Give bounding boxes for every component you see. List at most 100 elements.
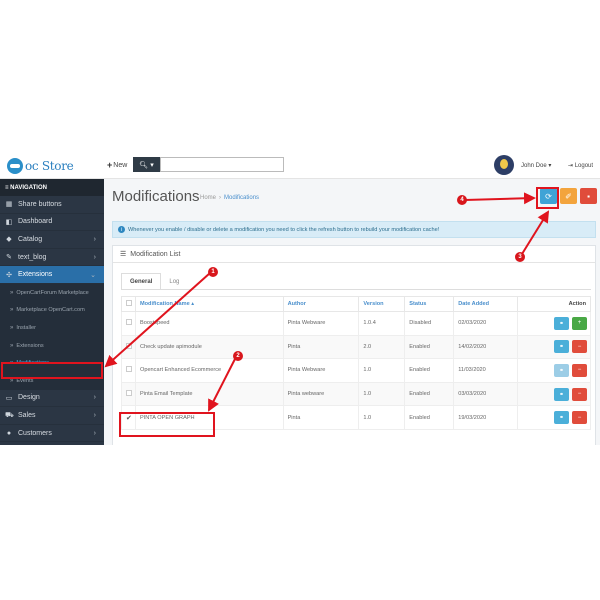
row-select-cell <box>121 311 136 336</box>
col-version[interactable]: Version <box>358 296 406 312</box>
sidebar-item-customers[interactable]: ● Customers › <box>0 425 104 443</box>
cell-version: 1.0 <box>358 358 406 383</box>
sidebar-item-label: Design <box>18 394 40 402</box>
breadcrumb-home[interactable]: Home <box>200 195 216 201</box>
disable-button[interactable]: − <box>572 340 587 354</box>
sidebar-item-label: Dashboard <box>18 218 53 226</box>
annotation-marker-3: 3 <box>515 252 525 262</box>
cell-actions: ⚭ − <box>517 381 591 407</box>
link-button[interactable]: ⚭ <box>554 316 569 330</box>
top-header: oc Store + New 🔍︎ ▾ John Doe ▾ ⇥ Logout <box>0 152 600 179</box>
row-actions: ⚭ + <box>522 316 590 330</box>
table-row: Check update apimodule Pinta 2.0 Enabled… <box>121 334 591 360</box>
logo[interactable]: oc Store <box>7 158 74 174</box>
annotation-marker-2: 2 <box>233 351 243 361</box>
row-checkbox[interactable] <box>126 366 132 373</box>
col-name[interactable]: Modification Name ▴ <box>134 296 284 312</box>
col-date[interactable]: Date Added <box>453 296 519 312</box>
table-row: Pinta Email Template Pinta webware 1.0 E… <box>121 381 591 407</box>
sidebar-item-text-blog[interactable]: ✎ text_blog › <box>0 249 104 267</box>
sidebar-item-dashboard[interactable]: ◧ Dashboard <box>0 214 104 232</box>
row-checkbox[interactable] <box>126 390 132 397</box>
highlight-modifications <box>1 362 103 379</box>
sidebar-item-extensions[interactable]: ✣ Extensions ⌄ <box>0 266 104 284</box>
highlight-row-name <box>119 412 215 437</box>
new-button[interactable]: + New <box>107 160 127 170</box>
highlight-refresh-button <box>536 187 559 209</box>
cell-name: Opencart Enhanced Ecommerce <box>134 358 284 383</box>
select-all-checkbox[interactable] <box>126 300 132 306</box>
disable-button[interactable]: − <box>572 387 587 401</box>
cart-logo-icon <box>7 158 23 174</box>
modification-table: Modification Name ▴ Author Version Statu… <box>121 296 591 430</box>
tab-log[interactable]: Log <box>161 273 187 290</box>
link-button[interactable]: ⚭ <box>554 340 569 354</box>
sidebar-subitem-installer[interactable]: » Installer <box>0 319 104 337</box>
enable-button[interactable]: + <box>572 316 587 330</box>
search-input[interactable] <box>160 157 284 172</box>
clear-button[interactable]: ✐ <box>560 188 577 204</box>
bullet-icon: » <box>10 342 14 349</box>
sidebar-subitem-label: Installer <box>16 324 36 331</box>
cart-icon: ⛟ <box>5 411 14 419</box>
tabs-divider <box>121 289 591 290</box>
breadcrumb-current[interactable]: Modifications <box>224 195 259 201</box>
row-checkbox[interactable] <box>126 319 132 326</box>
search-type-button[interactable]: 🔍︎ ▾ <box>133 157 160 172</box>
link-button[interactable]: ⚭ <box>554 363 569 377</box>
cell-name: Check update apimodule <box>134 334 284 360</box>
cell-author: Pinta Webware <box>282 311 360 336</box>
cell-status: Disabled <box>404 311 455 336</box>
cell-version: 1.0.4 <box>358 311 406 336</box>
cell-version: 1.0 <box>358 405 406 430</box>
nav-heading-label: NAVIGATION <box>10 184 47 191</box>
sidebar-item-share-buttons[interactable]: ▦ Share buttons <box>0 196 104 214</box>
row-select-cell <box>121 334 136 360</box>
sidebar-item-design[interactable]: ▭ Design › <box>0 390 104 408</box>
cell-date: 19/03/2020 <box>453 405 519 430</box>
cell-date: 03/03/2020 <box>453 381 519 407</box>
cell-status: Enabled <box>404 381 455 407</box>
row-checkbox[interactable] <box>126 342 132 349</box>
disable-button[interactable]: − <box>572 411 587 425</box>
user-menu[interactable]: John Doe ▾ <box>521 162 551 169</box>
link-icon: ⚭ <box>558 415 565 422</box>
sidebar: ≡ NAVIGATION ▦ Share buttons ◧ Dashboard… <box>0 179 104 445</box>
chevron-right-icon: › <box>93 235 96 243</box>
info-alert: i Whenever you enable / disable or delet… <box>112 221 596 238</box>
row-actions: ⚭ − <box>522 387 590 401</box>
sidebar-item-sales[interactable]: ⛟ Sales › <box>0 407 104 425</box>
tab-general[interactable]: General <box>121 273 162 290</box>
sidebar-subitem-opencartforum[interactable]: » OpenCartForum Marketplace <box>0 283 104 302</box>
sidebar-subitem-extensions[interactable]: » Extensions <box>0 336 104 355</box>
link-button[interactable]: ⚭ <box>554 387 569 401</box>
minus-circle-icon: − <box>577 391 582 398</box>
table-row: Boostspeed Pinta Webware 1.0.4 Disabled … <box>121 311 591 336</box>
sidebar-item-label: text_blog <box>18 253 47 261</box>
search-bar: 🔍︎ ▾ <box>133 157 284 172</box>
info-circle-icon: i <box>118 226 125 233</box>
link-button[interactable]: ⚭ <box>554 411 569 425</box>
cell-actions: ⚭ + <box>517 311 591 336</box>
chevron-right-icon: › <box>93 253 96 261</box>
row-select-cell <box>121 381 136 407</box>
logout-link[interactable]: ⇥ Logout <box>568 162 593 169</box>
col-author[interactable]: Author <box>282 296 360 312</box>
cell-actions: ⚭ − <box>517 405 591 430</box>
annotation-marker-4: 4 <box>457 195 467 205</box>
col-status[interactable]: Status <box>404 296 455 312</box>
link-icon: ⚭ <box>558 344 565 351</box>
delete-button[interactable]: ▪ <box>580 188 597 204</box>
disable-button[interactable]: − <box>572 363 587 377</box>
sidebar-subitem-marketplace[interactable]: » Marketplace OpenCart.com <box>0 301 104 320</box>
admin-app: oc Store + New 🔍︎ ▾ John Doe ▾ ⇥ Logout … <box>0 152 600 445</box>
chevron-right-icon: › <box>93 394 96 402</box>
col-action: Action <box>517 296 591 312</box>
caret-down-icon: ▾ <box>150 161 154 169</box>
bullet-icon: » <box>10 289 14 296</box>
sidebar-item-catalog[interactable]: ◆ Catalog › <box>0 231 104 249</box>
avatar[interactable] <box>494 155 514 175</box>
breadcrumb: Home › Modifications <box>200 195 259 201</box>
new-label: New <box>113 161 128 169</box>
row-actions: ⚭ − <box>522 363 590 377</box>
